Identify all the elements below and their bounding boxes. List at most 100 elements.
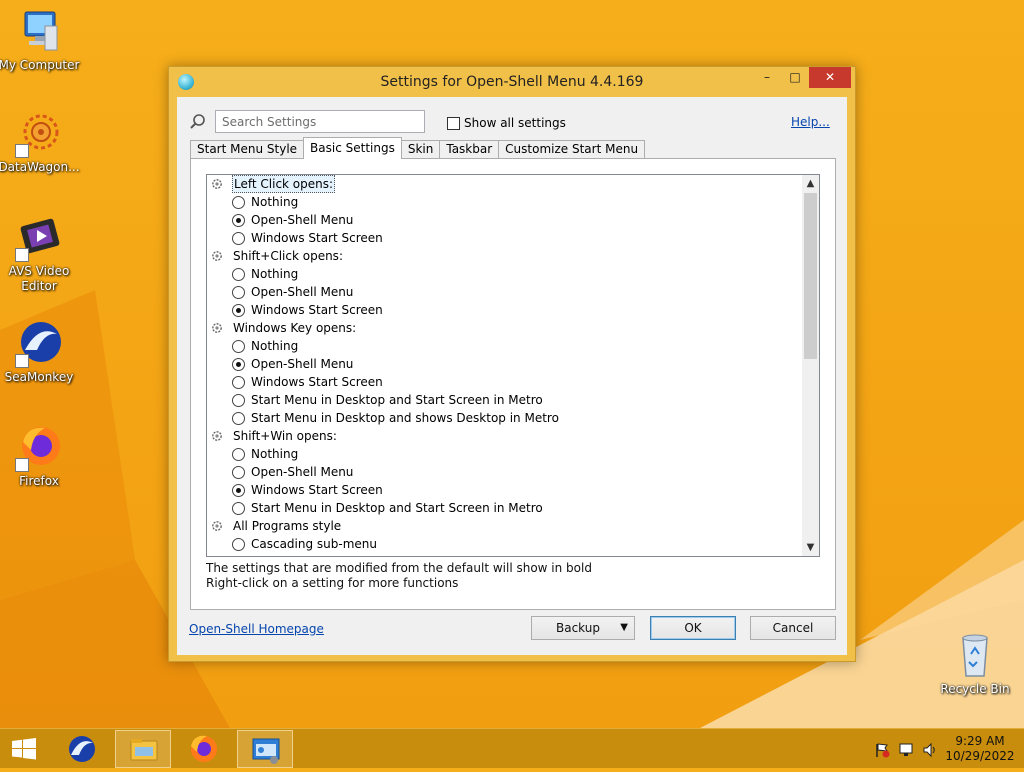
radio-button[interactable] [232, 268, 245, 281]
close-icon: ✕ [824, 70, 836, 84]
scroll-down-icon[interactable]: ▼ [802, 539, 819, 556]
setting-option[interactable]: Start Menu in Desktop and Start Screen i… [207, 391, 803, 409]
setting-group-label: Shift+Click opens: [233, 249, 343, 263]
volume-icon[interactable] [922, 742, 938, 758]
radio-button[interactable] [232, 412, 245, 425]
minimize-button[interactable]: – [753, 67, 781, 88]
radio-button[interactable] [232, 466, 245, 479]
setting-option-label: Nothing [251, 267, 299, 281]
show-all-settings-checkbox[interactable]: Show all settings [447, 115, 566, 131]
system-clock[interactable]: 9:29 AM 10/29/2022 [944, 734, 1016, 764]
title-bar[interactable]: Settings for Open-Shell Menu 4.4.169 – □… [169, 67, 855, 97]
clock-date: 10/29/2022 [945, 749, 1015, 763]
setting-group[interactable]: Shift+Click opens: [207, 247, 803, 265]
radio-button[interactable] [232, 538, 245, 551]
setting-group[interactable]: All Programs style [207, 517, 803, 535]
film-strip-icon [15, 214, 63, 262]
scrollbar-thumb[interactable] [804, 193, 817, 359]
settings-window-icon [252, 738, 280, 764]
help-link[interactable]: Help... [791, 115, 830, 129]
radio-button[interactable] [232, 358, 245, 371]
setting-option-label: Open-Shell Menu [251, 465, 354, 479]
shortcut-arrow-icon [15, 354, 29, 368]
network-icon[interactable] [898, 742, 914, 758]
homepage-link[interactable]: Open-Shell Homepage [189, 622, 324, 636]
setting-option[interactable]: Nothing [207, 193, 803, 211]
minimize-icon: – [764, 70, 770, 84]
cancel-button[interactable]: Cancel [750, 616, 836, 640]
seamonkey-icon [69, 736, 95, 762]
settings-window: Settings for Open-Shell Menu 4.4.169 – □… [168, 66, 856, 662]
desktop-icon-label: Recycle Bin [940, 682, 1010, 696]
setting-group-label: Windows Key opens: [233, 321, 357, 335]
setting-option[interactable]: Start Menu in Desktop and shows Desktop … [207, 409, 803, 427]
tab-customize-start-menu[interactable]: Customize Start Menu [498, 140, 646, 159]
settings-tree[interactable]: Left Click opens: Nothing Open-Shell Menu W… [206, 174, 820, 557]
setting-option[interactable]: Nothing [207, 337, 803, 355]
backup-button[interactable]: Backup ▼ [531, 616, 635, 640]
desktop-icon-my-computer[interactable]: My Computer [0, 8, 81, 73]
setting-group[interactable]: Windows Key opens: [207, 319, 803, 337]
setting-option[interactable]: Windows Start Screen [207, 229, 803, 247]
taskbar-file-explorer[interactable] [115, 730, 171, 768]
radio-button[interactable] [232, 214, 245, 227]
taskbar-seamonkey[interactable] [54, 730, 110, 768]
taskbar-firefox[interactable] [176, 730, 232, 768]
setting-option[interactable]: Open-Shell Menu [207, 283, 803, 301]
setting-option[interactable]: Windows Start Screen [207, 301, 803, 319]
setting-option-label: Cascading sub-menu [251, 537, 378, 551]
ok-button[interactable]: OK [650, 616, 736, 640]
tab-basic-settings[interactable]: Basic Settings [303, 137, 402, 159]
vertical-scrollbar[interactable]: ▲ ▼ [802, 175, 819, 556]
radio-button[interactable] [232, 448, 245, 461]
setting-group-label: All Programs style [233, 519, 342, 533]
setting-option[interactable]: Open-Shell Menu [207, 355, 803, 373]
settings-gear-icon [210, 519, 224, 533]
radio-button[interactable] [232, 286, 245, 299]
tab-skin[interactable]: Skin [400, 140, 441, 159]
hint-line-bold: The settings that are modified from the … [206, 561, 592, 575]
radio-button[interactable] [232, 304, 245, 317]
setting-option-label: Windows Start Screen [251, 231, 383, 245]
maximize-button[interactable]: □ [781, 67, 809, 88]
close-button[interactable]: ✕ [809, 67, 851, 88]
checkbox-box[interactable] [447, 116, 460, 130]
scroll-up-icon[interactable]: ▲ [802, 175, 819, 192]
desktop-icon-datawagon[interactable]: DataWagon... [0, 110, 81, 175]
radio-button[interactable] [232, 502, 245, 515]
desktop-icon-label: AVS Video Editor [8, 264, 70, 293]
search-input[interactable] [215, 110, 425, 133]
start-button[interactable] [10, 738, 38, 760]
setting-option[interactable]: Windows Start Screen [207, 481, 803, 499]
desktop-icon-firefox[interactable]: Firefox [0, 424, 81, 489]
tab-taskbar[interactable]: Taskbar [439, 140, 500, 159]
setting-option[interactable]: Nothing [207, 445, 803, 463]
radio-button[interactable] [232, 484, 245, 497]
desktop-icon-seamonkey[interactable]: SeaMonkey [0, 320, 81, 385]
radio-button[interactable] [232, 340, 245, 353]
dropdown-arrow-icon: ▼ [620, 622, 628, 633]
tab-start-menu-style[interactable]: Start Menu Style [190, 140, 305, 159]
radio-button[interactable] [232, 376, 245, 389]
setting-group[interactable]: Shift+Win opens: [207, 427, 803, 445]
setting-option-label: Windows Start Screen [251, 483, 383, 497]
desktop-icon-recycle-bin[interactable]: Recycle Bin [933, 632, 1017, 697]
setting-option[interactable]: Cascading sub-menu [207, 535, 803, 553]
maximize-icon: □ [789, 70, 801, 84]
clock-time: 9:29 AM [955, 734, 1005, 748]
radio-button[interactable] [232, 196, 245, 209]
desktop-icon-avs-video-editor[interactable]: AVS Video Editor [0, 214, 81, 294]
radio-button[interactable] [232, 394, 245, 407]
setting-option[interactable]: Open-Shell Menu [207, 211, 803, 229]
taskbar-open-shell-settings[interactable] [237, 730, 293, 768]
setting-option[interactable]: Start Menu in Desktop and Start Screen i… [207, 499, 803, 517]
setting-option[interactable]: Open-Shell Menu [207, 463, 803, 481]
setting-option-label: Start Menu in Desktop and Start Screen i… [251, 501, 543, 515]
setting-option[interactable]: Windows Start Screen [207, 373, 803, 391]
radio-button[interactable] [232, 232, 245, 245]
tab-strip: Start Menu Style Basic Settings Skin Tas… [190, 137, 646, 159]
setting-option[interactable]: Nothing [207, 265, 803, 283]
setting-group[interactable]: Left Click opens: [207, 175, 803, 193]
action-center-flag-icon[interactable] [874, 742, 890, 758]
setting-option-label: Start Menu in Desktop and shows Desktop … [251, 411, 559, 425]
